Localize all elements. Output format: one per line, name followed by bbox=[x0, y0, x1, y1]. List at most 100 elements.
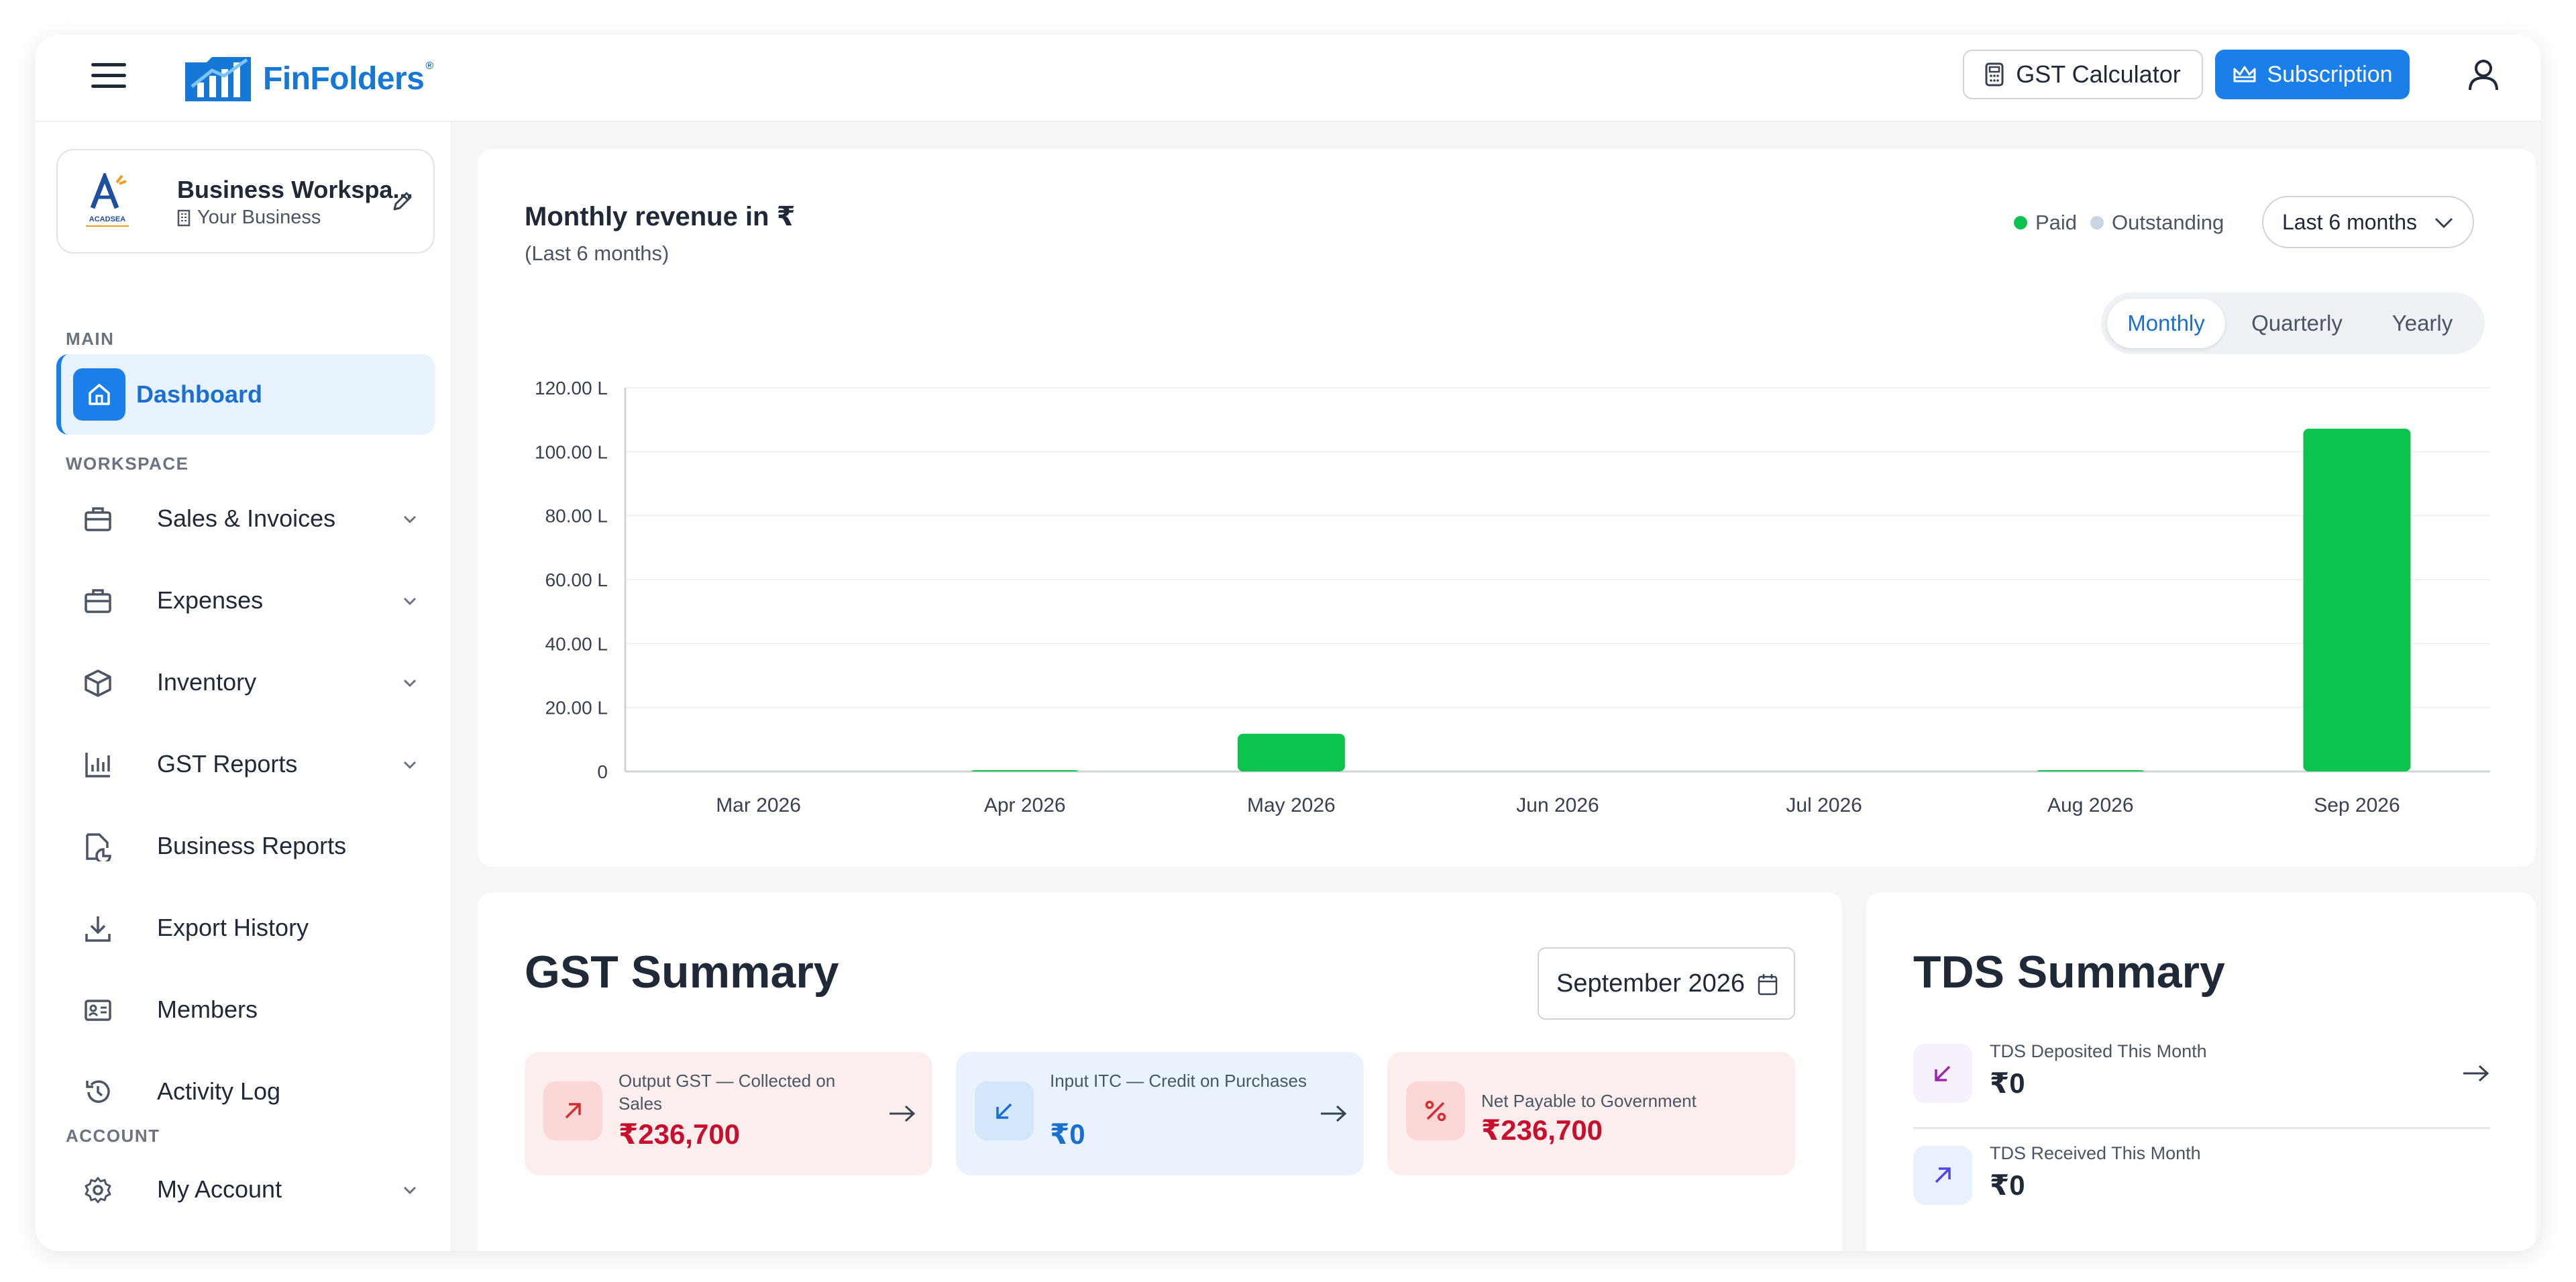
app-window: FinFolders® GST Calculator Subscription bbox=[35, 35, 2541, 1251]
calendar-icon bbox=[1758, 974, 1778, 996]
output-gst-tile[interactable]: Output GST — Collected on Sales ₹236,700 bbox=[525, 1052, 932, 1175]
tds-row-label: TDS Deposited This Month bbox=[1990, 1041, 2207, 1061]
sidebar-item-label: Expenses bbox=[157, 586, 264, 614]
y-tick-label: 0 bbox=[597, 761, 608, 782]
workspace-type: Your Business bbox=[177, 207, 321, 229]
workspace-name: Business Workspa... bbox=[177, 176, 413, 203]
chevron-down-icon bbox=[403, 515, 417, 524]
y-tick-label: 100.00 L bbox=[535, 441, 608, 462]
home-icon bbox=[73, 368, 125, 421]
subscription-button[interactable]: Subscription bbox=[2215, 50, 2410, 99]
folder-chart-logo-icon bbox=[185, 57, 251, 101]
sidebar-item-label: GST Reports bbox=[157, 750, 298, 778]
y-tick-label: 20.00 L bbox=[545, 698, 608, 718]
section-label-workspace: WORKSPACE bbox=[66, 453, 189, 474]
gst-summary-title: GST Summary bbox=[525, 947, 839, 998]
user-profile-button[interactable] bbox=[2463, 55, 2504, 95]
edit-pencil-icon[interactable] bbox=[389, 188, 416, 215]
workspace-switcher[interactable]: ACADSEA Business Workspa... Your Busines… bbox=[56, 149, 435, 254]
building-icon bbox=[177, 209, 191, 226]
sidebar-item-inventory[interactable]: Inventory bbox=[56, 644, 435, 720]
y-tick-label: 120.00 L bbox=[535, 378, 608, 398]
sidebar-item-activity-log[interactable]: Activity Log bbox=[56, 1053, 435, 1130]
top-bar: FinFolders ® GST Calculator Subscription bbox=[35, 35, 2541, 122]
tds-received-row[interactable]: TDS Received This Month ₹0 bbox=[1913, 1138, 2490, 1213]
chart-bar bbox=[2037, 770, 2145, 771]
tile-value: ₹236,700 bbox=[1481, 1114, 1603, 1146]
sidebar-item-business-reports[interactable]: Business Reports bbox=[56, 808, 435, 884]
sidebar-item-label: Sales & Invoices bbox=[157, 504, 336, 532]
tile-value: ₹0 bbox=[1050, 1118, 1085, 1150]
sidebar-item-label: Inventory bbox=[157, 668, 257, 696]
history-icon bbox=[86, 1080, 110, 1103]
x-tick-label: Mar 2026 bbox=[716, 794, 801, 816]
gst-month-picker[interactable]: September 2026 bbox=[1538, 947, 1795, 1020]
svg-text:ACADSEA: ACADSEA bbox=[89, 215, 125, 223]
tds-row-value: ₹0 bbox=[1990, 1169, 2025, 1201]
sidebar-item-my-account[interactable]: My Account bbox=[56, 1151, 435, 1228]
id-card-icon bbox=[85, 1000, 111, 1021]
bar-chart-icon bbox=[85, 753, 110, 778]
y-tick-label: 80.00 L bbox=[545, 506, 608, 527]
x-tick-label: Jun 2026 bbox=[1516, 794, 1599, 816]
chart-bar bbox=[971, 770, 1079, 771]
sidebar-item-export-history[interactable]: Export History bbox=[56, 890, 435, 966]
gst-summary-card: GST Summary September 2026 Output GST — … bbox=[478, 892, 1842, 1251]
arrow-down-left-icon bbox=[1913, 1044, 1972, 1103]
sidebar-item-label: My Account bbox=[157, 1175, 282, 1203]
chart-bar bbox=[1237, 733, 1345, 771]
crown-icon bbox=[2233, 66, 2256, 83]
gear-icon bbox=[85, 1177, 111, 1204]
arrow-up-right-icon bbox=[543, 1081, 602, 1140]
chevron-down-icon bbox=[403, 679, 417, 688]
gst-calculator-button[interactable]: GST Calculator bbox=[1963, 50, 2203, 99]
tile-label: Net Payable to Government bbox=[1481, 1091, 1697, 1111]
sidebar-item-members[interactable]: Members bbox=[56, 971, 435, 1048]
tds-row-value: ₹0 bbox=[1990, 1067, 2025, 1099]
pie-chart-icon bbox=[86, 833, 111, 861]
wallet-icon bbox=[85, 589, 111, 613]
gst-calculator-label: GST Calculator bbox=[2016, 60, 2181, 88]
sidebar: ACADSEA Business Workspa... Your Busines… bbox=[35, 122, 452, 1251]
sidebar-item-expenses[interactable]: Expenses bbox=[56, 562, 435, 639]
chevron-down-icon bbox=[403, 1186, 417, 1195]
tds-deposited-row[interactable]: TDS Deposited This Month ₹0 bbox=[1913, 1036, 2490, 1111]
sidebar-item-dashboard[interactable]: Dashboard bbox=[56, 354, 435, 435]
input-itc-tile[interactable]: Input ITC — Credit on Purchases ₹0 bbox=[956, 1052, 1364, 1175]
brand-name: FinFolders ® bbox=[263, 60, 433, 97]
tile-label: Input ITC — Credit on Purchases bbox=[1050, 1071, 1307, 1091]
briefcase-icon bbox=[85, 507, 111, 531]
chevron-down-icon bbox=[403, 597, 417, 606]
subscription-label: Subscription bbox=[2267, 61, 2393, 87]
tile-value: ₹236,700 bbox=[619, 1118, 741, 1150]
user-icon bbox=[2469, 60, 2498, 91]
arrow-right-icon bbox=[2463, 1065, 2489, 1082]
net-payable-tile[interactable]: Net Payable to Government ₹236,700 bbox=[1387, 1052, 1795, 1175]
sidebar-item-label: Activity Log bbox=[157, 1077, 281, 1105]
workspace-logo: ACADSEA bbox=[82, 173, 133, 231]
x-tick-label: May 2026 bbox=[1247, 794, 1336, 816]
y-tick-label: 60.00 L bbox=[545, 570, 608, 590]
x-tick-label: Jul 2026 bbox=[1786, 794, 1862, 816]
monthly-revenue-card: Monthly revenue in ₹ (Last 6 months) Pai… bbox=[478, 149, 2536, 867]
tds-summary-title: TDS Summary bbox=[1913, 947, 2225, 998]
chart-bar bbox=[2303, 429, 2411, 771]
sidebar-item-gst-reports[interactable]: GST Reports bbox=[56, 726, 435, 802]
arrow-right-icon bbox=[890, 1105, 916, 1122]
hamburger-menu-button[interactable] bbox=[91, 63, 126, 94]
sidebar-item-label: Export History bbox=[157, 914, 309, 941]
section-label-main: MAIN bbox=[66, 329, 115, 349]
sidebar-item-sales-invoices[interactable]: Sales & Invoices bbox=[56, 480, 435, 557]
x-tick-label: Apr 2026 bbox=[984, 794, 1066, 816]
tile-label: Output GST — Collected on Sales bbox=[619, 1071, 836, 1114]
chevron-down-icon bbox=[403, 761, 417, 769]
revenue-bar-chart: 0 20.00 L 40.00 L 60.00 L 80.00 L 100.00 L 120… bbox=[535, 378, 2490, 816]
arrow-down-left-icon bbox=[975, 1081, 1034, 1140]
sidebar-item-label: Members bbox=[157, 996, 258, 1023]
y-tick-label: 40.00 L bbox=[545, 633, 608, 654]
brand-logo[interactable]: FinFolders ® bbox=[182, 50, 433, 107]
arrow-up-right-icon bbox=[1913, 1146, 1972, 1205]
divider bbox=[1913, 1127, 2490, 1129]
tds-summary-card: TDS Summary TDS Deposited This Month ₹0 … bbox=[1866, 892, 2536, 1251]
x-tick-label: Sep 2026 bbox=[2314, 794, 2400, 816]
